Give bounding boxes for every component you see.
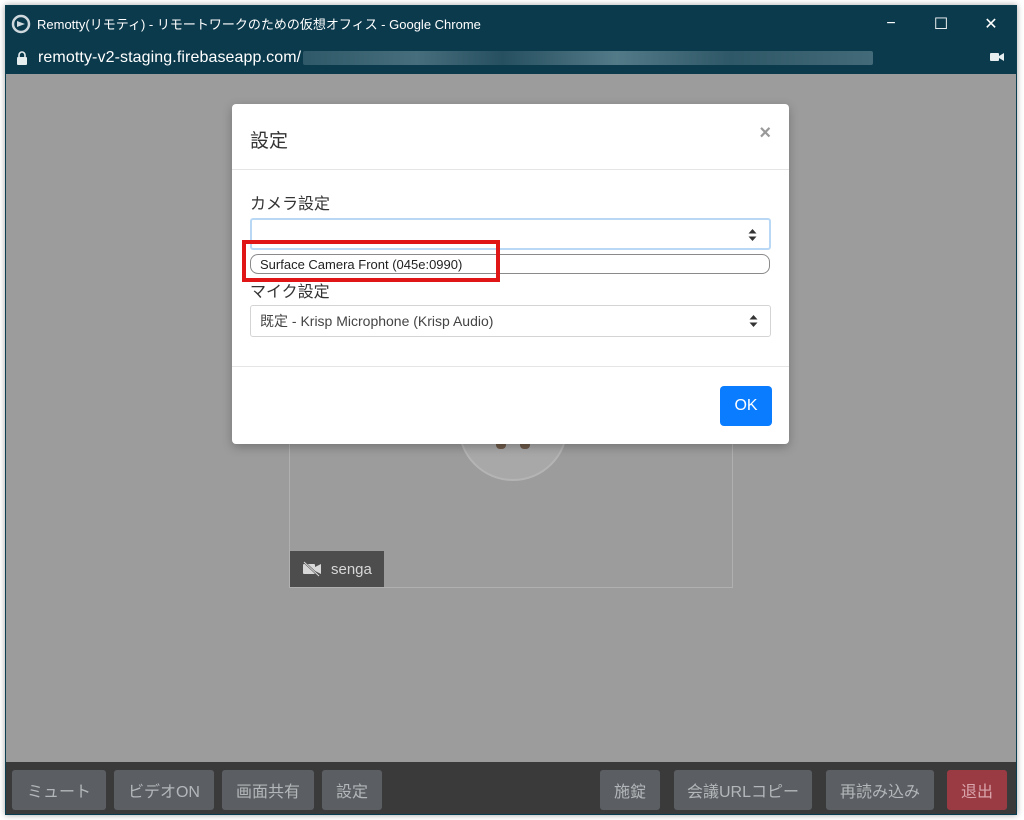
lock-room-button[interactable]: 施錠 [600,770,660,810]
select-arrows-icon [749,315,758,327]
reload-button[interactable]: 再読み込み [826,770,934,810]
video-off-icon [303,561,321,577]
ok-button[interactable]: OK [720,386,772,426]
lock-icon [17,50,27,65]
camera-in-use-icon[interactable] [990,52,1004,62]
dialog-header: 設定 × [232,104,789,170]
select-arrows-icon [748,229,757,241]
mic-select[interactable]: 既定 - Krisp Microphone (Krisp Audio) [250,305,771,337]
dialog-footer: OK [232,366,789,444]
maximize-button[interactable]: ☐ [916,6,966,41]
url-redacted-area [303,50,874,65]
participant-name: senga [331,560,372,578]
close-icon[interactable]: × [759,122,771,145]
settings-button[interactable]: 設定 [322,770,382,810]
window-title: Remotty(リモティ) - リモートワークのための仮想オフィス - Goog… [37,17,481,32]
minimize-button[interactable]: − [866,6,916,41]
remotty-app-icon [11,14,31,33]
dialog-title: 設定 [250,131,289,152]
leave-button[interactable]: 退出 [947,770,1007,810]
settings-dialog: 設定 × カメラ設定 マイク設定 Surface Camera Front (0… [232,104,789,444]
screen-share-button[interactable]: 画面共有 [222,770,314,810]
bottom-toolbar: ミュート ビデオON 画面共有 設定 施錠 会議URLコピー 再読み込み 退出 [6,762,1016,814]
window-controls: − ☐ ✕ [866,6,1016,41]
video-on-button[interactable]: ビデオON [114,770,214,810]
title-bar: Remotty(リモティ) - リモートワークのための仮想オフィス - Goog… [6,6,1016,41]
red-highlight-box [242,240,500,282]
address-bar[interactable]: remotty-v2-staging.firebaseapp.com/ [6,41,1016,74]
camera-settings-label: カメラ設定 [250,196,331,213]
copy-meeting-url-button[interactable]: 会議URLコピー [674,770,812,810]
mic-select-value: 既定 - Krisp Microphone (Krisp Audio) [260,313,494,329]
video-tile: senga [289,415,733,588]
url-text[interactable]: remotty-v2-staging.firebaseapp.com/ [38,49,301,67]
mute-button[interactable]: ミュート [12,770,106,810]
close-window-button[interactable]: ✕ [966,6,1016,41]
browser-window: Remotty(リモティ) - リモートワークのための仮想オフィス - Goog… [5,5,1017,815]
participant-name-tag: senga [290,551,384,587]
